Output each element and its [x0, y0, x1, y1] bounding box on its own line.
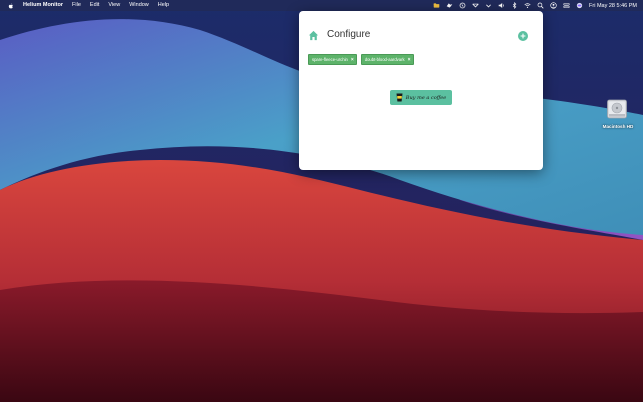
wifi-icon[interactable]	[524, 2, 531, 9]
remove-tag-icon[interactable]: ×	[351, 57, 354, 63]
chevron-icon[interactable]	[485, 2, 492, 9]
user-icon[interactable]	[550, 2, 557, 9]
tag-label: doubt-blood-aardvark	[364, 57, 405, 62]
configure-popover: Configure spare-fleece-urchin × doubt-bl…	[299, 11, 543, 170]
coffee-cup-icon	[396, 93, 403, 102]
bird-icon[interactable]	[446, 2, 453, 9]
bluetooth-icon[interactable]	[511, 2, 518, 9]
search-icon[interactable]	[537, 2, 544, 9]
home-icon[interactable]	[308, 30, 319, 41]
tag-item: spare-fleece-urchin ×	[308, 54, 357, 65]
tag-list: spare-fleece-urchin × doubt-blood-aardva…	[308, 54, 418, 65]
folder-icon[interactable]	[433, 2, 440, 9]
menu-bar: Helium Monitor File Edit View Window Hel…	[0, 0, 643, 11]
menu-edit[interactable]: Edit	[90, 0, 99, 11]
siri-icon[interactable]	[576, 2, 583, 9]
tag-item: doubt-blood-aardvark ×	[360, 54, 414, 65]
menu-window[interactable]: Window	[129, 0, 149, 11]
hard-drive-icon[interactable]	[606, 98, 628, 120]
tag-label: spare-fleece-urchin	[312, 57, 348, 62]
shazam-icon[interactable]	[459, 2, 466, 9]
coffee-button-label: Buy me a coffee	[405, 94, 447, 101]
volume-icon[interactable]	[498, 2, 505, 9]
desktop: Helium Monitor File Edit View Window Hel…	[0, 0, 643, 402]
drive-label: Macintosh HD	[602, 124, 634, 129]
menu-clock[interactable]: Fri May 28 5:46 PM	[589, 3, 637, 9]
menu-help[interactable]: Help	[158, 0, 169, 11]
remove-tag-icon[interactable]: ×	[408, 57, 411, 63]
vpn-icon[interactable]	[472, 2, 479, 9]
menu-app-name[interactable]: Helium Monitor	[23, 0, 63, 11]
page-title: Configure	[327, 29, 371, 40]
add-button[interactable]	[518, 31, 528, 41]
menu-view[interactable]: View	[108, 0, 120, 11]
plus-icon	[520, 33, 526, 39]
menu-file[interactable]: File	[72, 0, 81, 11]
control-center-icon[interactable]	[563, 2, 570, 9]
apple-logo-icon[interactable]	[8, 2, 14, 9]
buy-me-a-coffee-button[interactable]: Buy me a coffee	[390, 90, 452, 105]
